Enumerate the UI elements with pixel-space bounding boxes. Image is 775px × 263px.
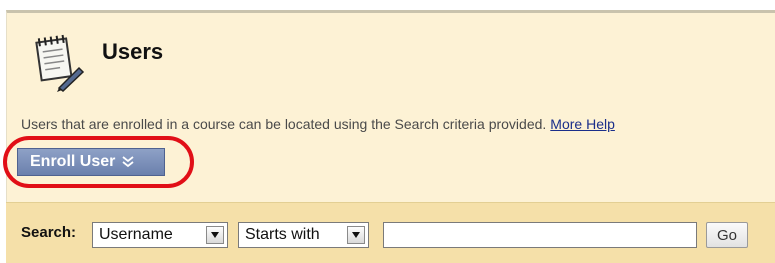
search-operator-select[interactable]: Starts with (238, 222, 369, 248)
search-field-value: Username (99, 226, 173, 243)
double-chevron-down-icon (122, 156, 134, 168)
dropdown-arrow-icon[interactable] (347, 226, 365, 244)
notepad-icon (35, 34, 85, 92)
more-help-link[interactable]: More Help (550, 116, 615, 132)
search-label: Search: (21, 224, 77, 241)
search-field-select[interactable]: Username (92, 222, 228, 248)
description-text: Users that are enrolled in a course can … (21, 116, 547, 132)
search-bar: Search: Username Starts with Go (6, 202, 775, 263)
enroll-user-label: Enroll User (30, 153, 116, 170)
page-title: Users (102, 39, 164, 64)
search-input[interactable] (383, 222, 697, 248)
search-operator-value: Starts with (245, 226, 320, 243)
dropdown-arrow-icon[interactable] (206, 226, 224, 244)
enroll-user-button[interactable]: Enroll User (17, 148, 165, 176)
go-button[interactable]: Go (706, 222, 748, 248)
page-description: Users that are enrolled in a course can … (21, 116, 615, 132)
